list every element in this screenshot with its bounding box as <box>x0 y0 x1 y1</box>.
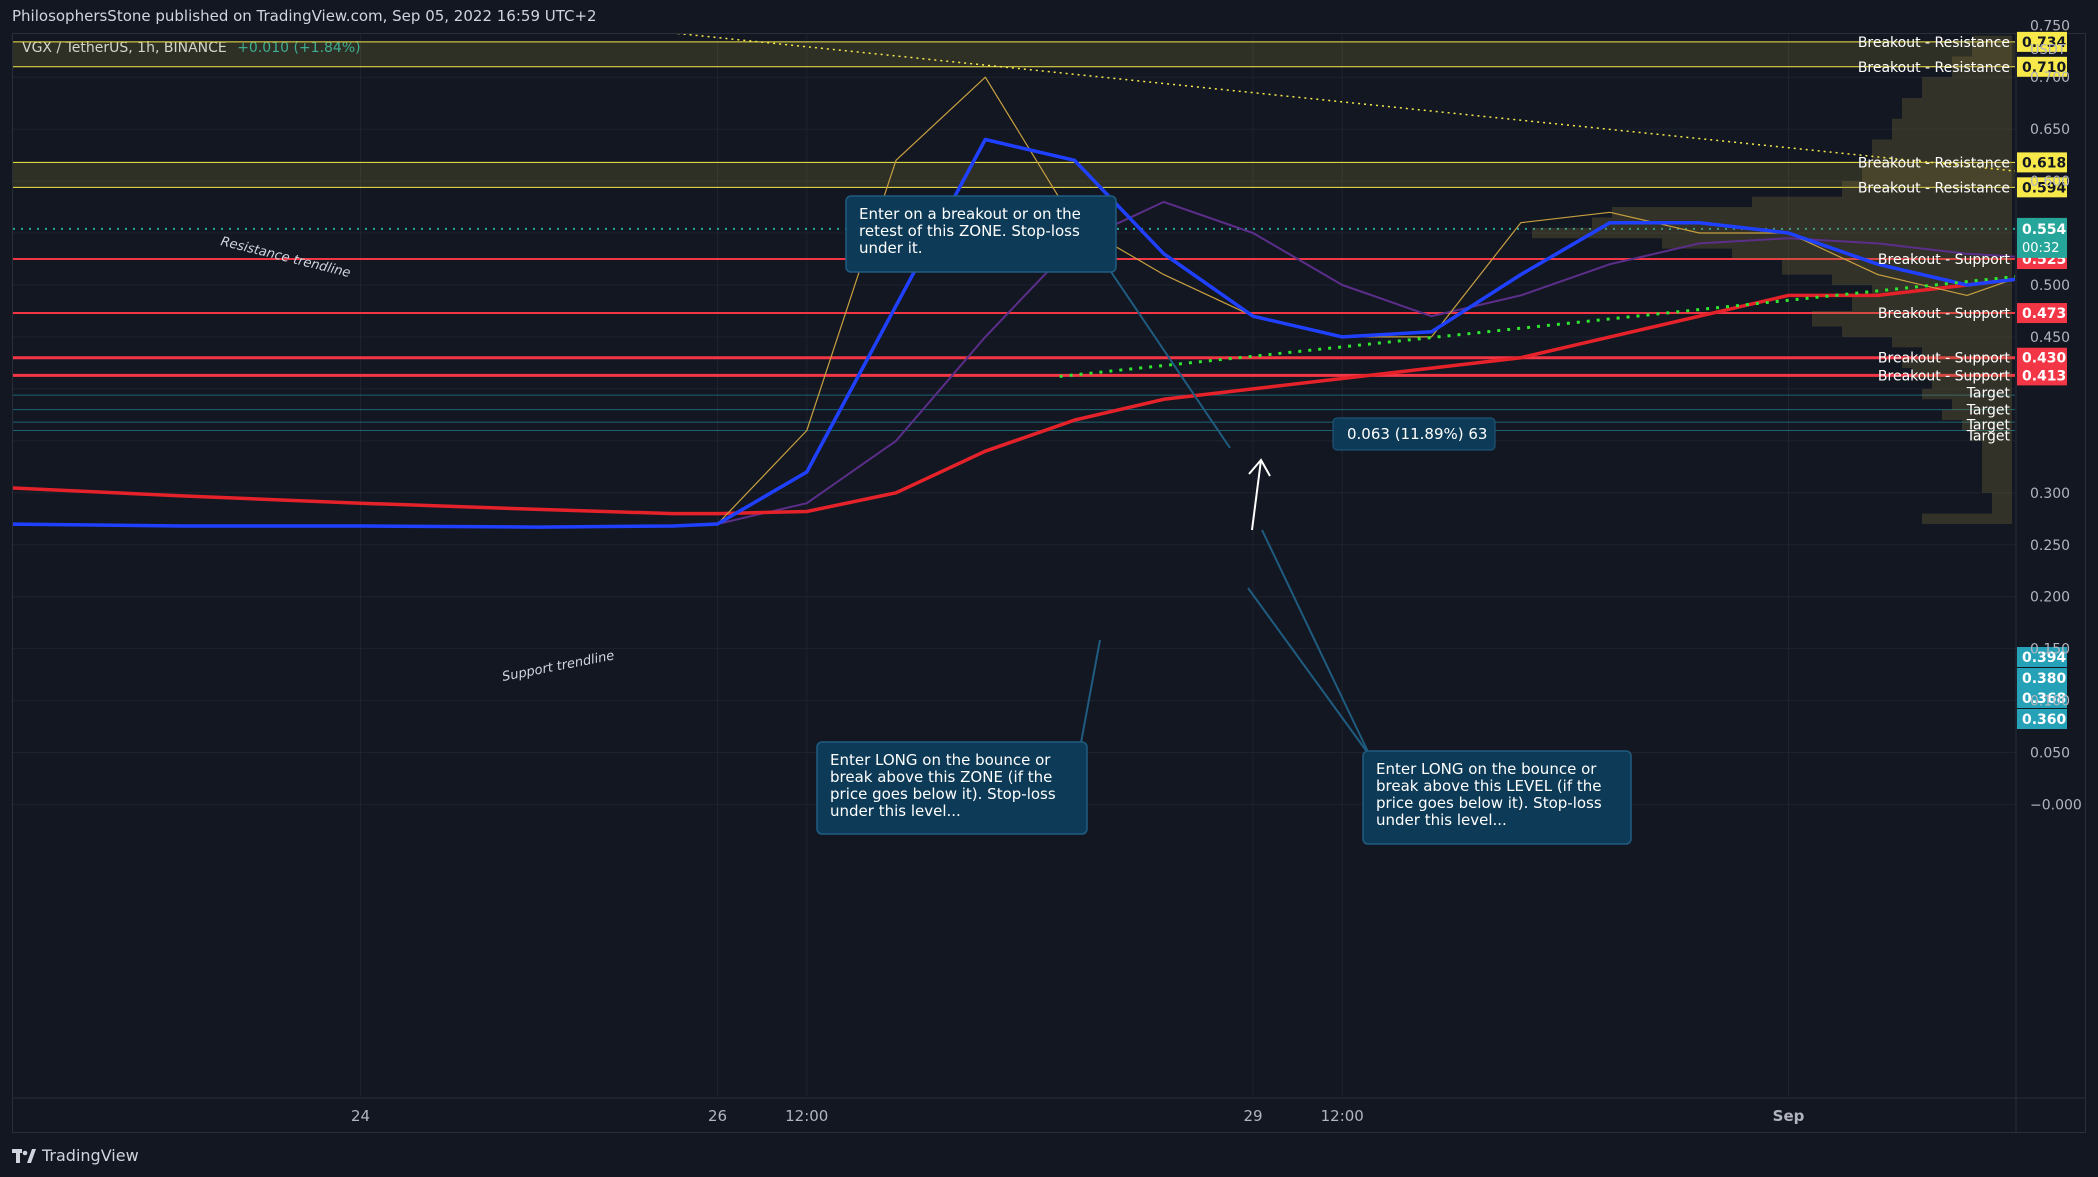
support-trendline-label: Support trendline <box>501 648 616 684</box>
level-value-text: 0.430 <box>2022 351 2067 367</box>
callout-text-line: under this level... <box>1376 811 1507 829</box>
tradingview-logo[interactable]: TradingView <box>12 1146 139 1165</box>
callout-text-line: break above this LEVEL (if the <box>1376 777 1602 795</box>
volume-profile-bar <box>1922 77 2012 98</box>
resistance-trendline-label: Resistance trendline <box>219 234 352 281</box>
level-label-target: Target <box>1966 428 2011 444</box>
y-tick-label: 0.750 <box>2030 18 2070 34</box>
price-chart[interactable]: Resistance trendline Support trendline En… <box>0 0 2098 1177</box>
level-label-target: Target <box>1966 403 2011 419</box>
volume-profile-bar <box>1892 118 2012 140</box>
y-tick-label: 0.650 <box>2030 122 2070 138</box>
callout-text-line: retest of this ZONE. Stop-loss <box>859 222 1080 240</box>
y-tick-label: 0.450 <box>2030 330 2070 346</box>
level-label-resistance: Breakout - Resistance <box>1858 60 2010 76</box>
y-tick-label: 0.600 <box>2030 174 2070 190</box>
level-label-support: Breakout - Support <box>1878 368 2011 384</box>
volume-profile-bar <box>1842 326 2012 337</box>
level-value-text: 0.618 <box>2022 155 2066 171</box>
level-value-text: 0.413 <box>2022 368 2066 384</box>
price-line <box>13 76 2015 528</box>
level-label-target: Target <box>1966 386 2011 402</box>
last-price-value: 0.554 <box>2022 222 2067 238</box>
callout-pointer <box>1079 639 1101 749</box>
volume-profile-bar <box>1752 196 2012 208</box>
x-tick-label: 12:00 <box>1321 1107 1364 1125</box>
callout-text-line: Enter LONG on the bounce or <box>1376 760 1597 778</box>
callout-text-line: Enter on a breakout or on the <box>859 205 1081 223</box>
callout-text-line: price goes below it). Stop-loss <box>830 785 1056 803</box>
callout-text-line: Enter LONG on the bounce or <box>830 751 1051 769</box>
y-tick-label: 0.300 <box>2030 486 2070 502</box>
level-label-resistance: Breakout - Resistance <box>1858 155 2010 171</box>
x-tick-label: 12:00 <box>785 1107 828 1125</box>
x-tick-label: 26 <box>708 1107 727 1125</box>
callout-pointer <box>1247 587 1371 757</box>
measure-label: 0.063 (11.89%) 63 <box>1347 425 1487 443</box>
level-label-resistance: Breakout - Resistance <box>1858 35 2010 51</box>
x-tick-label: 29 <box>1243 1107 1262 1125</box>
volume-profile-bar <box>1612 207 2012 218</box>
y-tick-label: 0.500 <box>2030 278 2070 294</box>
volume-profile-bar <box>1992 492 2012 514</box>
y-tick-label: 0.150 <box>2030 642 2070 658</box>
level-label-support: Breakout - Support <box>1878 252 2011 268</box>
y-tick-label: 0.100 <box>2030 694 2070 710</box>
currency-label: USDT <box>2030 43 2066 58</box>
callout-text-line: under this level... <box>830 802 961 820</box>
last-price-countdown: 00:32 <box>2022 241 2059 256</box>
x-tick-label: 24 <box>351 1107 370 1125</box>
callout-text-line: break above this ZONE (if the <box>830 768 1052 786</box>
volume-profile-bar <box>1902 97 2012 119</box>
level-label-resistance: Breakout - Resistance <box>1858 180 2010 196</box>
callout-pointer <box>1104 262 1231 449</box>
y-tick-label: 0.200 <box>2030 590 2070 606</box>
callout-pointer <box>1261 529 1371 757</box>
resistance-zone <box>13 41 2015 67</box>
callout-text-line: under it. <box>859 239 923 257</box>
level-label-support: Breakout - Support <box>1878 351 2011 367</box>
tradingview-logo-icon <box>12 1148 36 1163</box>
resistance-zone <box>13 162 2015 188</box>
volume-profile-bar <box>1982 440 2012 493</box>
y-tick-label: 0.700 <box>2030 70 2070 86</box>
callout-text-line: price goes below it). Stop-loss <box>1376 794 1602 812</box>
level-value-text: 0.360 <box>2022 712 2067 728</box>
x-tick-label: Sep <box>1773 1107 1805 1125</box>
level-value-text: 0.380 <box>2022 671 2067 687</box>
level-value-text: 0.473 <box>2022 306 2066 322</box>
level-label-support: Breakout - Support <box>1878 306 2011 322</box>
volume-profile-bar <box>1892 336 2012 348</box>
volume-profile-bar <box>1922 513 2012 524</box>
y-tick-label: −0.000 <box>2030 798 2082 814</box>
tradingview-brand: TradingView <box>42 1146 139 1165</box>
ma-red-line <box>13 277 2015 516</box>
y-tick-label: 0.050 <box>2030 746 2070 762</box>
y-tick-label: 0.250 <box>2030 538 2070 554</box>
footer-bar: TradingView <box>0 1133 2098 1177</box>
